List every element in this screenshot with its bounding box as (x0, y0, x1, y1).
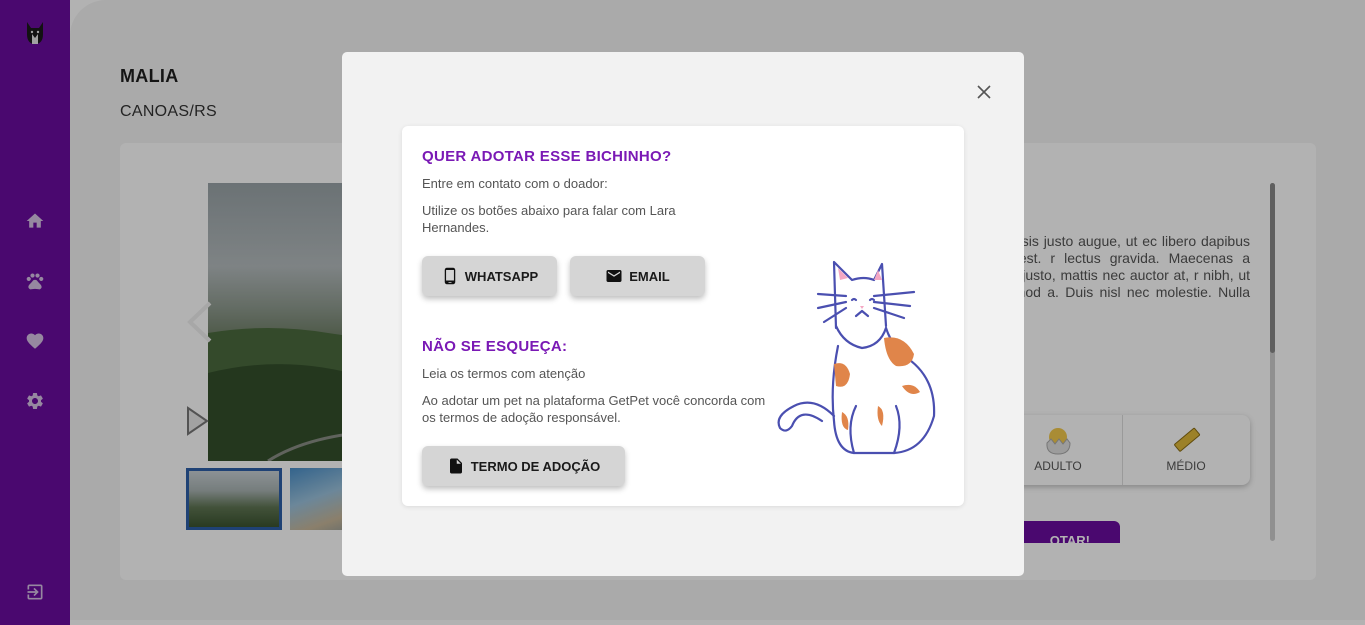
document-icon (447, 457, 471, 475)
terms-button-label: TERMO DE ADOÇÃO (470, 458, 601, 474)
email-button[interactable]: EMAIL (570, 256, 705, 296)
adoption-modal: QUER ADOTAR ESSE BICHINHO? Entre em cont… (342, 52, 1024, 576)
terms-text: Ao adotar um pet na plataforma GetPet vo… (422, 393, 766, 425)
phone-icon (441, 267, 465, 285)
reminder-title: NÃO SE ESQUEÇA: (422, 338, 568, 355)
mail-icon (605, 267, 629, 285)
contact-instructions: Utilize os botões abaixo para falar com … (422, 203, 676, 235)
cat-illustration-icon (774, 256, 944, 456)
adoption-info-card: QUER ADOTAR ESSE BICHINHO? Entre em cont… (402, 126, 964, 506)
terms-button[interactable]: TERMO DE ADOÇÃO (422, 446, 625, 486)
close-icon[interactable] (974, 82, 994, 102)
terms-intro: Leia os termos com atenção (422, 366, 586, 381)
contact-intro: Entre em contato com o doador: (422, 176, 608, 191)
adopt-title: QUER ADOTAR ESSE BICHINHO? (422, 148, 672, 165)
whatsapp-button[interactable]: WHATSAPP (422, 256, 557, 296)
whatsapp-label: WHATSAPP (464, 268, 539, 284)
email-label: EMAIL (629, 268, 670, 284)
